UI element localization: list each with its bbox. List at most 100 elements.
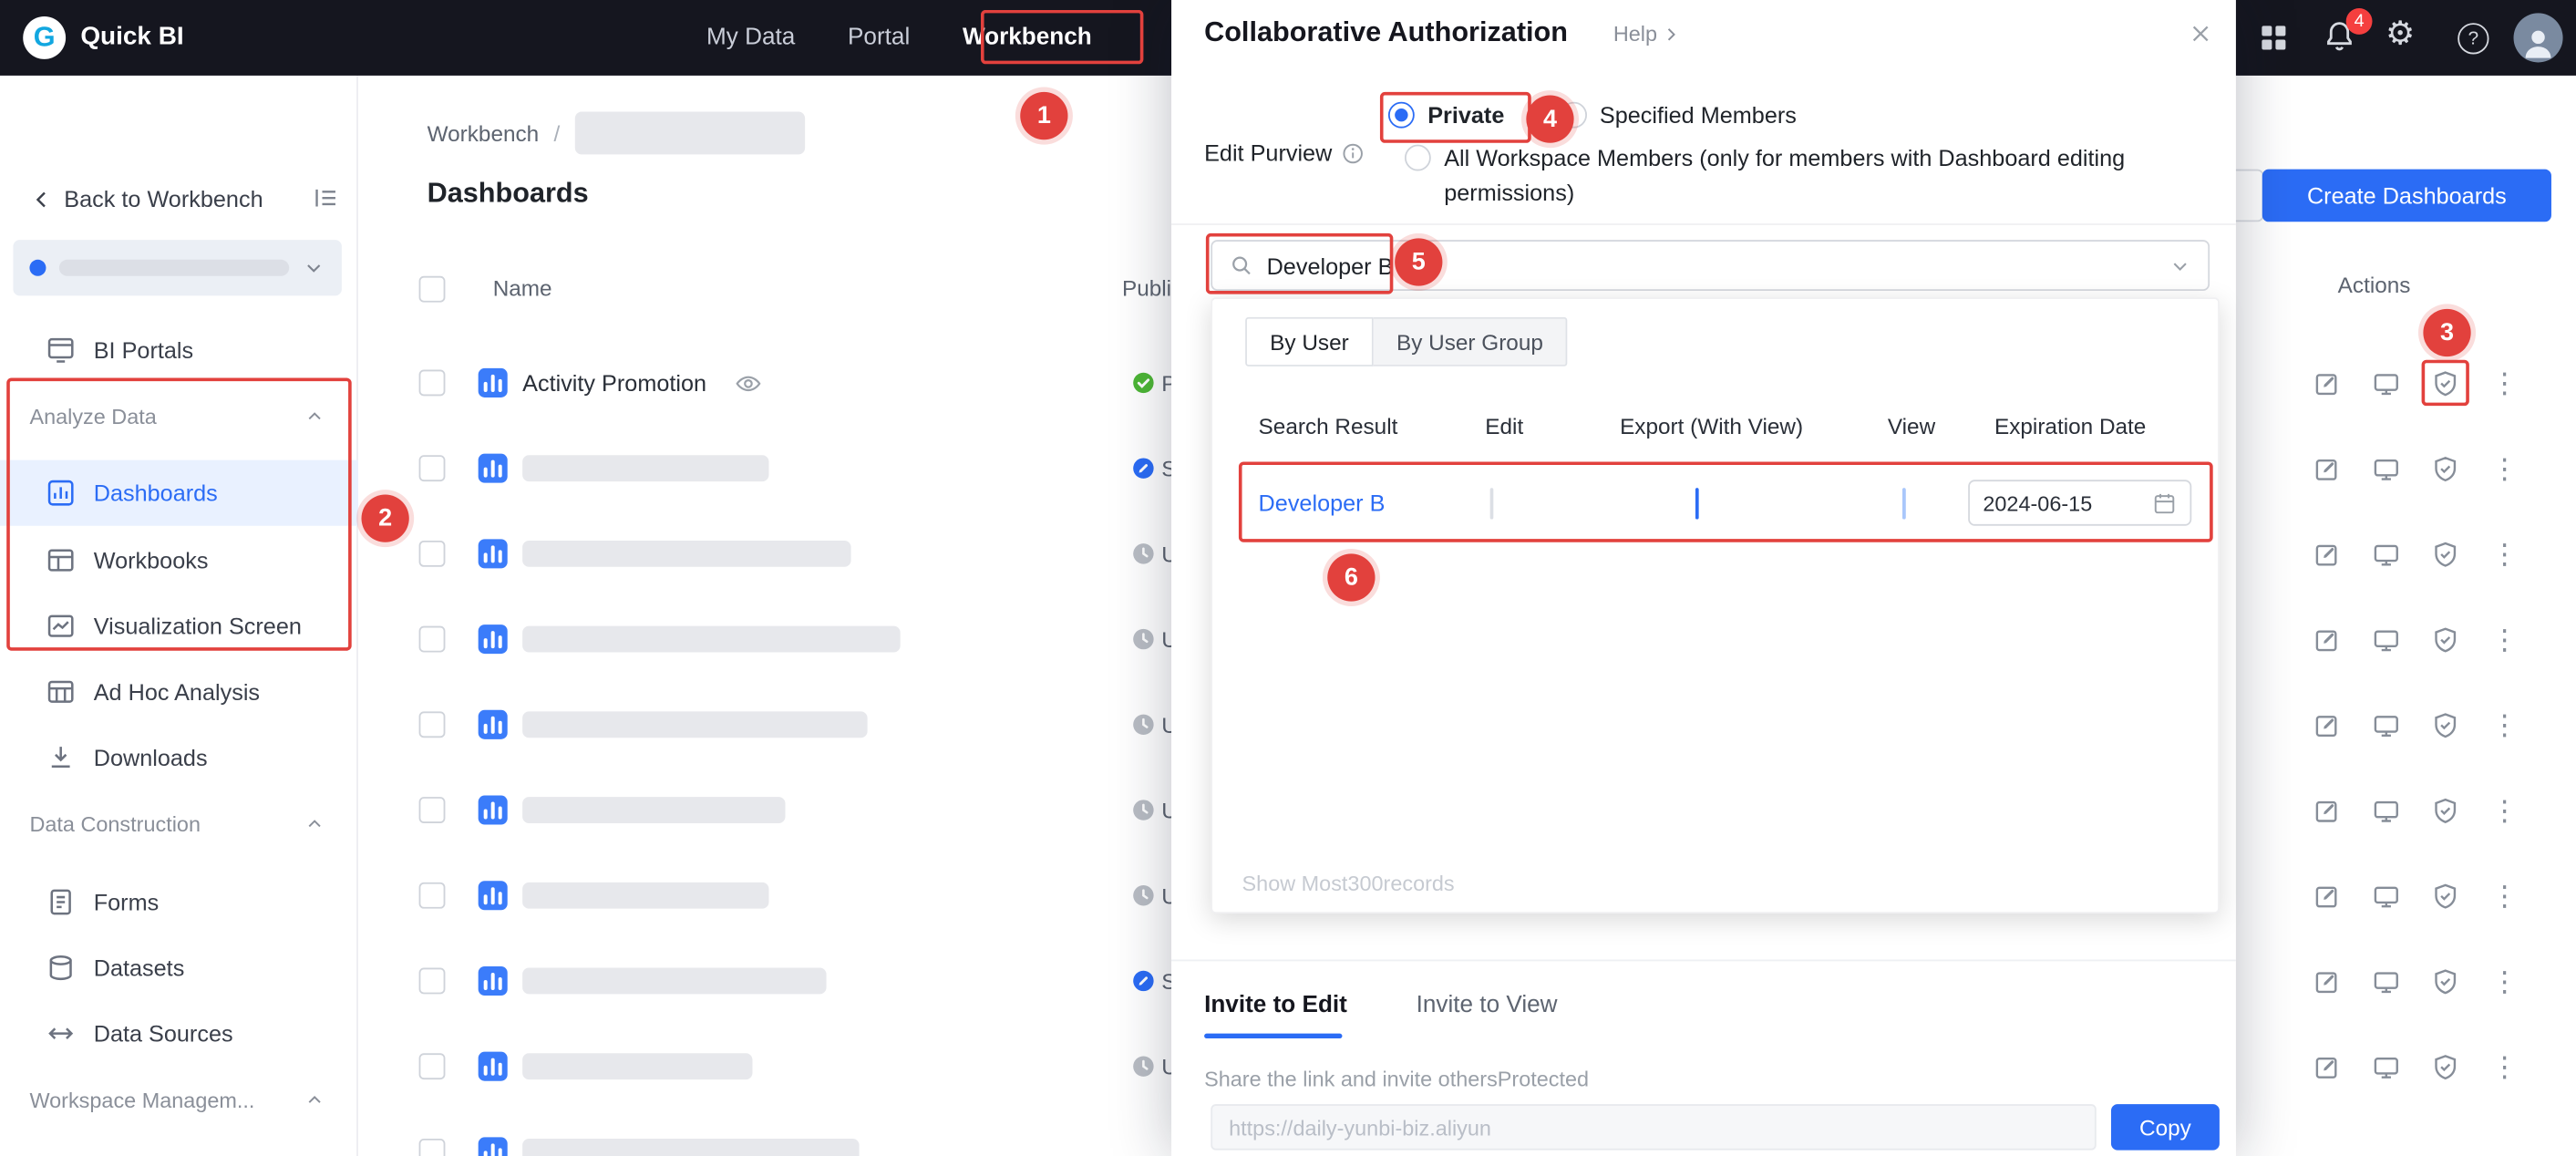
more-actions-icon[interactable]: ⋮ xyxy=(2490,967,2519,996)
create-dashboards-button[interactable]: Create Dashboards xyxy=(2262,169,2551,222)
sidebar-item-workspace-members[interactable]: Workspace Members and Information xyxy=(46,1151,332,1156)
more-actions-icon[interactable]: ⋮ xyxy=(2490,625,2519,654)
edit-action-icon[interactable] xyxy=(2313,369,2342,397)
row-checkbox[interactable] xyxy=(418,882,446,909)
authorize-shield-icon[interactable] xyxy=(2431,625,2459,654)
close-icon[interactable] xyxy=(2189,21,2213,46)
sidebar-item-data-sources[interactable]: Data Sources xyxy=(0,1001,358,1067)
table-row[interactable] xyxy=(358,1110,1180,1156)
more-actions-icon[interactable]: ⋮ xyxy=(2490,540,2519,568)
present-action-icon[interactable] xyxy=(2373,882,2401,910)
collapse-sidebar-icon[interactable] xyxy=(312,184,340,212)
section-analyze-data[interactable]: Analyze Data xyxy=(29,391,325,440)
radio-all-workspace-members[interactable] xyxy=(1404,144,1431,171)
table-row[interactable]: U xyxy=(358,1024,1180,1110)
gear-icon[interactable]: ⚙ xyxy=(2385,18,2415,51)
expiration-date-input[interactable]: 2024-06-15 xyxy=(1968,480,2192,526)
row-checkbox[interactable] xyxy=(418,455,446,482)
sidebar-item-bi-portals[interactable]: BI Portals xyxy=(0,317,358,383)
share-link-input[interactable]: https://daily-yunbi-biz.aliyun xyxy=(1211,1104,2097,1151)
table-row[interactable]: U xyxy=(358,682,1180,768)
authorize-shield-icon[interactable] xyxy=(2431,369,2459,397)
help-link[interactable]: Help xyxy=(1613,21,1680,46)
row-checkbox[interactable] xyxy=(418,1138,446,1156)
present-action-icon[interactable] xyxy=(2373,710,2401,738)
export-permission-checkbox[interactable] xyxy=(1695,488,1699,520)
member-search-select[interactable]: Developer B xyxy=(1211,240,2210,292)
table-row[interactable]: U xyxy=(358,511,1180,597)
sidebar-item-datasets[interactable]: Datasets xyxy=(0,935,358,1001)
sidebar-item-downloads[interactable]: Downloads xyxy=(0,725,358,790)
row-checkbox[interactable] xyxy=(418,967,446,995)
chevron-down-icon[interactable] xyxy=(2169,253,2191,276)
edit-action-icon[interactable] xyxy=(2313,796,2342,824)
tab-by-user[interactable]: By User xyxy=(1245,316,1374,366)
section-workspace-management[interactable]: Workspace Managem... xyxy=(29,1075,325,1124)
tab-by-user-group[interactable]: By User Group xyxy=(1373,316,1568,366)
sidebar-item-visualization-screen[interactable]: Visualization Screen xyxy=(0,593,358,659)
more-actions-icon[interactable]: ⋮ xyxy=(2490,1052,2519,1080)
edit-action-icon[interactable] xyxy=(2313,710,2342,738)
more-actions-icon[interactable]: ⋮ xyxy=(2490,369,2519,397)
eye-icon[interactable] xyxy=(735,370,763,398)
avatar[interactable] xyxy=(2513,13,2563,63)
sidebar-item-forms[interactable]: Forms xyxy=(0,869,358,934)
authorize-shield-icon[interactable] xyxy=(2431,540,2459,568)
table-row[interactable]: U xyxy=(358,768,1180,853)
info-icon[interactable] xyxy=(1340,140,1365,165)
authorize-shield-icon[interactable] xyxy=(2431,882,2459,910)
edit-permission-checkbox[interactable] xyxy=(1489,488,1494,520)
workspace-selector[interactable] xyxy=(13,240,342,296)
present-action-icon[interactable] xyxy=(2373,369,2401,397)
edit-action-icon[interactable] xyxy=(2313,625,2342,654)
nav-portal[interactable]: Portal xyxy=(848,25,910,51)
copy-button[interactable]: Copy xyxy=(2110,1104,2220,1151)
authorize-shield-icon[interactable] xyxy=(2431,967,2459,996)
help-icon[interactable]: ? xyxy=(2458,23,2489,55)
sidebar-item-workbooks[interactable]: Workbooks xyxy=(0,528,358,593)
table-row[interactable]: S xyxy=(358,938,1180,1024)
row-checkbox[interactable] xyxy=(418,1053,446,1080)
radio-private[interactable] xyxy=(1387,101,1415,129)
nav-my-data[interactable]: My Data xyxy=(706,25,795,51)
more-actions-icon[interactable]: ⋮ xyxy=(2490,882,2519,910)
sidebar-item-dashboards[interactable]: Dashboards xyxy=(0,459,358,526)
edit-action-icon[interactable] xyxy=(2313,967,2342,996)
row-checkbox[interactable] xyxy=(418,625,446,653)
calendar-icon[interactable] xyxy=(2152,490,2177,515)
edit-action-icon[interactable] xyxy=(2313,540,2342,568)
select-all-checkbox[interactable] xyxy=(418,275,446,303)
tab-invite-to-view[interactable]: Invite to View xyxy=(1417,993,1558,1019)
row-checkbox[interactable] xyxy=(418,797,446,823)
authorize-shield-icon[interactable] xyxy=(2431,710,2459,738)
back-to-workbench[interactable]: Back to Workbench xyxy=(29,174,263,223)
more-actions-icon[interactable]: ⋮ xyxy=(2490,454,2519,482)
authorize-shield-icon[interactable] xyxy=(2431,1052,2459,1080)
member-name-link[interactable]: Developer B xyxy=(1259,490,1386,516)
more-actions-icon[interactable]: ⋮ xyxy=(2490,796,2519,824)
present-action-icon[interactable] xyxy=(2373,967,2401,996)
table-row[interactable]: U xyxy=(358,596,1180,682)
present-action-icon[interactable] xyxy=(2373,540,2401,568)
apps-grid-icon[interactable] xyxy=(2257,21,2290,54)
present-action-icon[interactable] xyxy=(2373,1052,2401,1080)
table-row[interactable]: U xyxy=(358,852,1180,938)
present-action-icon[interactable] xyxy=(2373,625,2401,654)
row-checkbox[interactable] xyxy=(418,369,446,397)
table-row[interactable]: Activity Promotion P xyxy=(358,340,1180,426)
present-action-icon[interactable] xyxy=(2373,796,2401,824)
present-action-icon[interactable] xyxy=(2373,454,2401,482)
tab-invite-to-edit[interactable]: Invite to Edit xyxy=(1204,993,1347,1019)
dashboard-name[interactable]: Activity Promotion xyxy=(522,370,706,397)
edit-action-icon[interactable] xyxy=(2313,454,2342,482)
authorize-shield-icon[interactable] xyxy=(2431,454,2459,482)
sidebar-item-ad-hoc-analysis[interactable]: Ad Hoc Analysis xyxy=(0,659,358,725)
row-checkbox[interactable] xyxy=(418,540,446,567)
breadcrumb-workbench[interactable]: Workbench xyxy=(428,120,540,145)
edit-action-icon[interactable] xyxy=(2313,882,2342,910)
nav-workbench[interactable]: Workbench xyxy=(963,25,1092,51)
table-row[interactable]: S xyxy=(358,426,1180,511)
more-actions-icon[interactable]: ⋮ xyxy=(2490,710,2519,738)
edit-action-icon[interactable] xyxy=(2313,1052,2342,1080)
row-checkbox[interactable] xyxy=(418,711,446,738)
